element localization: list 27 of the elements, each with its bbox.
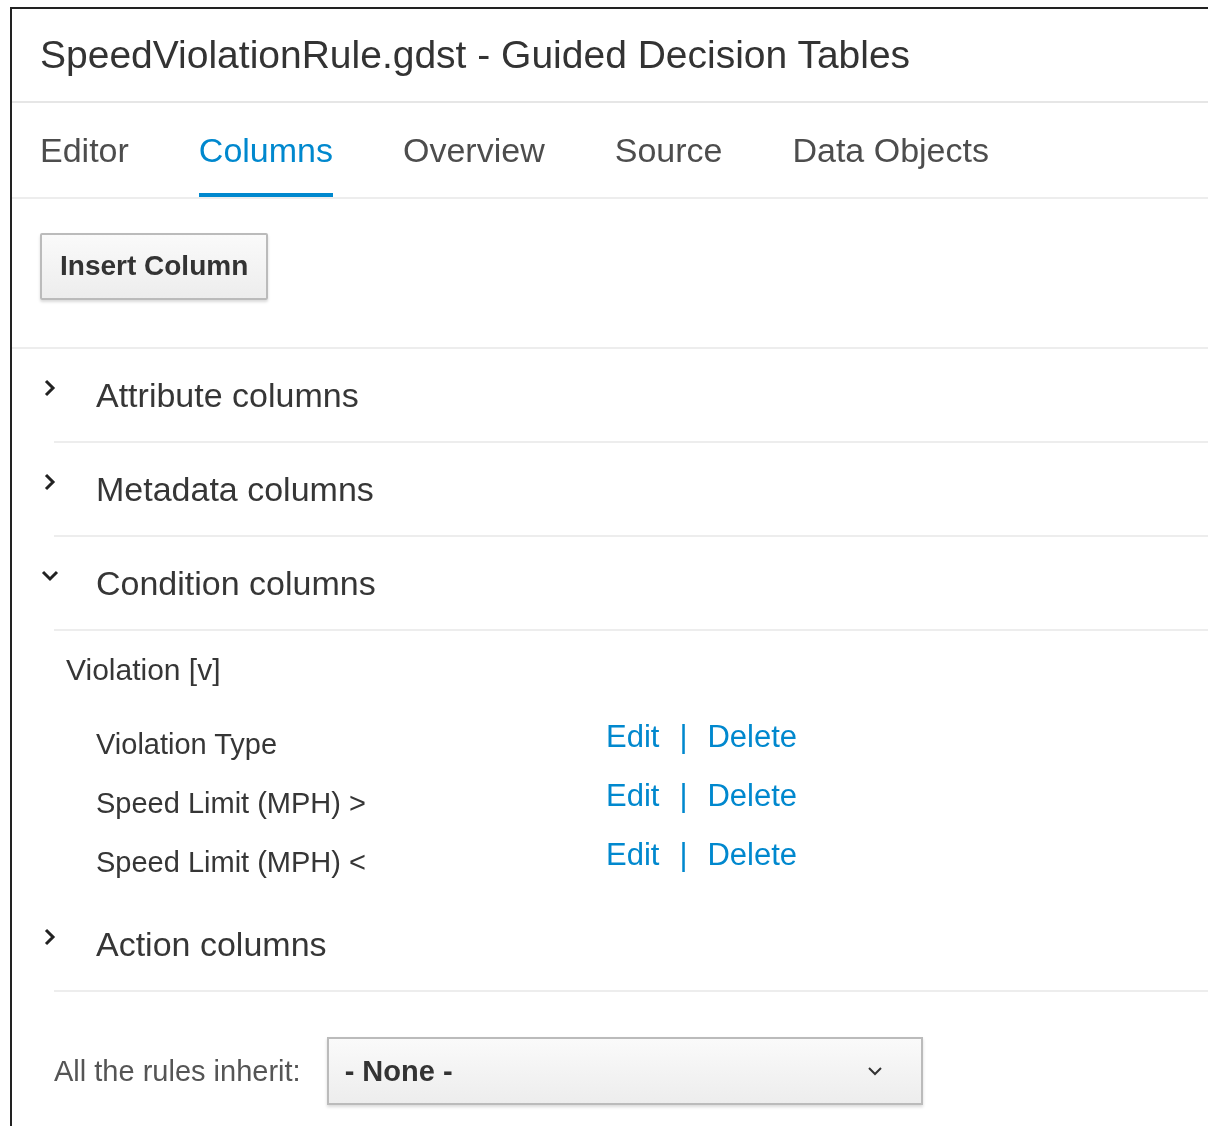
tab[interactable]: Overview: [403, 103, 545, 197]
tab[interactable]: Data Objects: [792, 103, 989, 197]
delete-link[interactable]: Delete: [707, 718, 798, 755]
separator: |: [679, 777, 688, 814]
inherit-label: All the rules inherit:: [54, 1054, 301, 1088]
separator: |: [679, 836, 688, 873]
tab[interactable]: Source: [614, 103, 723, 197]
edit-link[interactable]: Edit: [606, 836, 660, 873]
column-name: Speed Limit (MPH) <: [96, 846, 367, 879]
window-title: SpeedViolationRule.gdst - Guided Decision Tables: [12, 9, 1208, 103]
section-header[interactable]: Attribute columns: [96, 375, 359, 415]
tab[interactable]: Columns: [198, 103, 333, 197]
edit-link[interactable]: Edit: [606, 777, 660, 814]
column-name: Speed Limit (MPH) >: [96, 787, 367, 820]
separator: |: [679, 718, 688, 755]
edit-link[interactable]: Edit: [606, 718, 660, 755]
delete-link[interactable]: Delete: [707, 836, 798, 873]
tab[interactable]: Editor: [40, 103, 129, 197]
delete-link[interactable]: Delete: [707, 777, 798, 814]
pattern-title: Violation [v]: [66, 653, 222, 687]
column-name: Violation Type: [96, 728, 279, 761]
section-header[interactable]: Metadata columns: [96, 469, 374, 509]
section-header[interactable]: Action columns: [96, 924, 327, 964]
inherit-dropdown[interactable]: - None -: [326, 1037, 923, 1105]
section-header[interactable]: Condition columns: [96, 563, 376, 603]
caret-icon: [866, 1066, 883, 1076]
insert-column-button[interactable]: Insert Column: [40, 232, 269, 300]
